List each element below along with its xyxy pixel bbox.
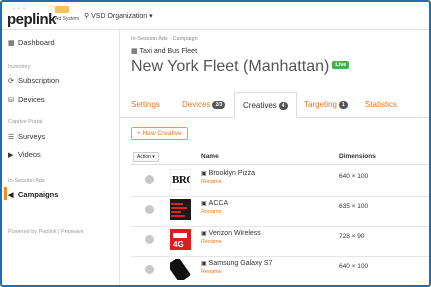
creative-name: ▣ ACCA (201, 200, 228, 207)
row-radio[interactable] (145, 205, 154, 214)
rename-link[interactable]: Rename (201, 179, 222, 185)
new-creative-button[interactable]: + New Creative (131, 127, 188, 140)
sidebar-section-captive-portal: Captive Portal (8, 119, 43, 125)
campaigns-icon: ◀ (8, 192, 14, 199)
thumbnail-text: BRO (172, 174, 190, 186)
campaign-group-label: Taxi and Bus Fleet (139, 48, 198, 55)
sidebar-item-label: Campaigns (18, 190, 59, 199)
main-content: In-Session Ads - Campaign ▦ Taxi and Bus… (120, 30, 429, 285)
rename-link[interactable]: Rename (201, 269, 222, 275)
surveys-icon: ☰ (8, 134, 15, 141)
image-icon: ▣ (201, 171, 207, 177)
campaign-group: ▦ Taxi and Bus Fleet (131, 47, 197, 55)
table-row: ▣ Samsung Galaxy S7 Rename 640 × 100 (131, 257, 429, 285)
image-icon: ▣ (201, 201, 207, 207)
tab-label: Creatives (243, 101, 277, 110)
organization-label: VSD Organization ▾ (91, 13, 153, 20)
subscription-icon: ⟳ (8, 78, 14, 85)
powered-by-text: Powered by Peplink | Pepwave (8, 229, 84, 235)
creative-dimensions: 635 × 100 (339, 203, 369, 210)
image-icon: ▣ (201, 231, 207, 237)
tab-settings[interactable]: Settings (131, 100, 160, 109)
tab-badge: 2/3 (212, 101, 226, 109)
peplink-logo[interactable]: • • • peplink Ad System (7, 6, 85, 28)
creative-name-text: Brooklyn Pizza (208, 170, 255, 177)
sidebar-item-label: Subscription (18, 76, 60, 85)
creative-dimensions: 640 × 100 (339, 263, 369, 270)
tab-statistics[interactable]: Statistics (365, 100, 397, 109)
rename-link[interactable]: Rename (201, 209, 222, 215)
row-radio[interactable] (145, 175, 154, 184)
row-radio[interactable] (145, 265, 154, 274)
table-row: ▣ ACCA Rename 635 × 100 (131, 197, 429, 227)
creative-thumbnail: BRO (170, 169, 191, 190)
dashboard-icon: ▦ (8, 40, 15, 47)
tab-targeting[interactable]: Targeting 1 (304, 100, 348, 110)
creative-dimensions: 640 × 100 (339, 173, 369, 180)
creative-name: ▣ Brooklyn Pizza (201, 170, 255, 177)
creative-name-text: ACCA (208, 200, 229, 207)
action-dropdown[interactable]: Action ▾ (133, 152, 159, 162)
tab-label: Settings (131, 100, 160, 109)
sidebar-item-devices[interactable]: ⛁ Devices (8, 95, 45, 104)
phone-image (170, 259, 191, 280)
organization-dropdown[interactable]: ⚲ VSD Organization ▾ (84, 12, 153, 20)
sidebar-item-surveys[interactable]: ☰ Surveys (8, 132, 45, 141)
status-badge: Live (332, 60, 350, 69)
logo-text: peplink (7, 11, 57, 28)
tab-label: Targeting (304, 100, 337, 109)
creative-thumbnail (170, 259, 191, 280)
sidebar: ▦ Dashboard Inventory ⟳ Subscription ⛁ Devi… (2, 30, 120, 285)
sidebar-active-indicator (4, 187, 7, 200)
tab-creatives[interactable]: Creatives 4 (234, 92, 297, 118)
creative-name-text: Verizon Wireless (208, 230, 261, 237)
column-header-dimensions[interactable]: Dimensions (339, 153, 376, 160)
creative-dimensions: 728 × 90 (339, 233, 365, 240)
column-header-name[interactable]: Name (201, 153, 219, 160)
logo-badge-icon (55, 6, 69, 13)
sidebar-item-campaigns[interactable]: ◀ Campaigns (8, 190, 58, 199)
sidebar-item-subscription[interactable]: ⟳ Subscription (8, 76, 59, 85)
sidebar-section-in-session-ads: In-Session Ads (8, 178, 45, 184)
sidebar-item-label: Devices (18, 95, 45, 104)
table-header: Action ▾ Name Dimensions (131, 151, 429, 165)
table-row: 4G ▣ Verizon Wireless Rename 728 × 90 (131, 227, 429, 257)
tab-devices[interactable]: Devices 2/3 (182, 100, 226, 110)
page-title-text: New York Fleet (Manhattan) (131, 58, 330, 75)
sidebar-section-inventory: Inventory (8, 64, 31, 70)
tab-badge: 1 (338, 101, 348, 109)
sidebar-item-label: Dashboard (18, 38, 55, 47)
rename-link[interactable]: Rename (201, 239, 222, 245)
table-row: BRO ▣Brooklyn Pizza Rename 640 × 100 (131, 167, 429, 197)
row-radio[interactable] (145, 235, 154, 244)
devices-icon: ⛁ (8, 97, 14, 104)
creative-name: ▣ Samsung Galaxy S7 (201, 260, 272, 267)
top-bar: • • • peplink Ad System ⚲ VSD Organizatio… (2, 2, 429, 30)
app-window: • • • peplink Ad System ⚲ VSD Organizatio… (0, 0, 431, 287)
creative-thumbnail: 4G (170, 229, 191, 250)
sidebar-item-dashboard[interactable]: ▦ Dashboard (8, 38, 55, 47)
logo-subtitle: Ad System (55, 16, 80, 22)
sidebar-item-videos[interactable]: ▶ Videos (8, 150, 41, 159)
creative-name-text: Samsung Galaxy S7 (208, 260, 273, 267)
breadcrumb[interactable]: In-Session Ads - Campaign (131, 36, 198, 42)
creative-name: ▣ Verizon Wireless (201, 230, 261, 237)
videos-icon: ▶ (8, 152, 14, 159)
tab-label: Statistics (365, 100, 398, 109)
tab-label: Devices (182, 100, 211, 109)
tab-bar: Settings Devices 2/3 Creatives 4 Targeting… (120, 92, 429, 118)
image-icon: ▣ (201, 261, 207, 267)
thumbnail-text: 4G (173, 240, 184, 249)
sidebar-item-label: Surveys (18, 132, 46, 141)
sidebar-item-label: Videos (18, 150, 41, 159)
tab-badge: 4 (278, 102, 288, 110)
sitemap-icon: ⚲ (84, 13, 90, 20)
page-title: New York Fleet (Manhattan) Live (131, 58, 350, 76)
creative-thumbnail (170, 199, 191, 220)
